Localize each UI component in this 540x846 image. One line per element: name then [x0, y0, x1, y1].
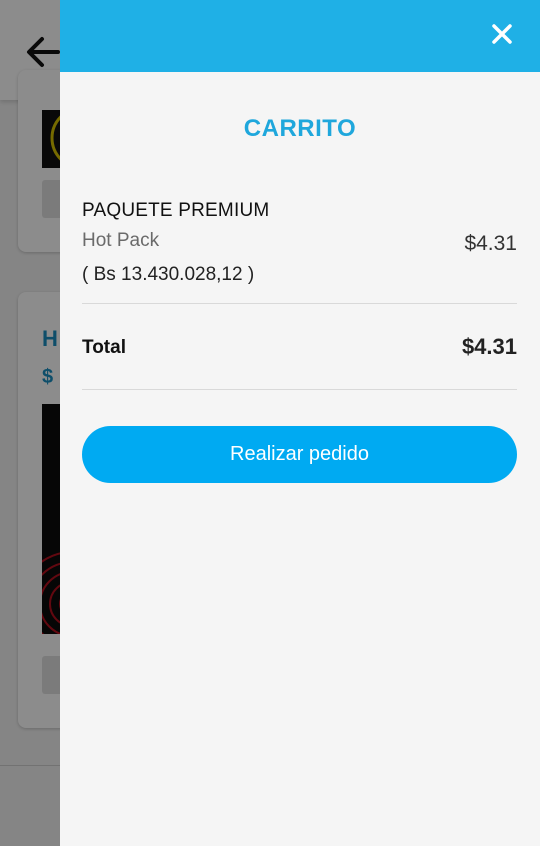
drawer-header [60, 0, 540, 72]
cart-item-price: $4.31 [464, 232, 517, 255]
divider [82, 389, 517, 390]
cart-title: CARRITO [243, 115, 357, 142]
cart-item-subtitle: Hot Pack [82, 230, 160, 251]
total-row: Total $4.31 [82, 334, 517, 364]
divider [82, 303, 517, 304]
cart-drawer: CARRITO PAQUETE PREMIUM Hot Pack ( Bs 13… [60, 0, 540, 846]
close-button[interactable] [484, 18, 520, 54]
cart-item-name: PAQUETE PREMIUM [82, 200, 270, 221]
cart-item-local-price: ( Bs 13.430.028,12 ) [82, 264, 255, 285]
close-icon [491, 23, 513, 50]
cart-item: PAQUETE PREMIUM Hot Pack ( Bs 13.430.028… [82, 198, 517, 304]
total-label: Total [82, 337, 126, 358]
place-order-button[interactable]: Realizar pedido [82, 426, 517, 483]
total-value: $4.31 [461, 334, 517, 359]
